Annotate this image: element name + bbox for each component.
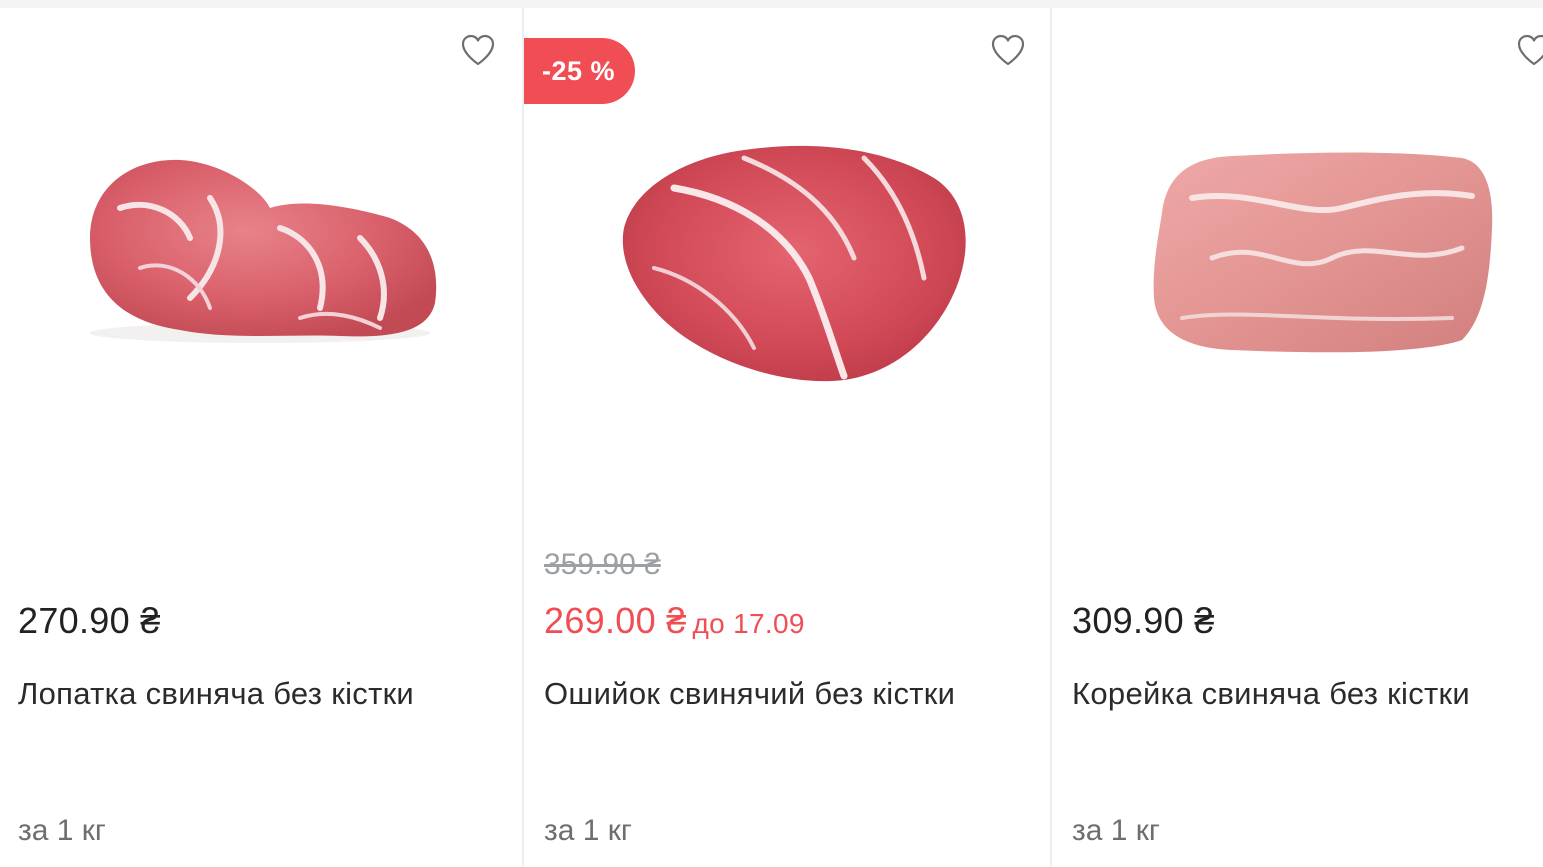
product-card[interactable]: 309.90 ₴ Корейка свиняча без кістки за 1… [1050, 8, 1543, 867]
heart-icon [991, 34, 1025, 66]
product-card[interactable]: -25 % 359.90 ₴ 269.00 ₴ до 17.09 Ошийок … [522, 8, 1050, 867]
heart-icon [461, 34, 495, 66]
unit-label: за 1 кг [1072, 814, 1160, 847]
favorite-button[interactable] [988, 30, 1028, 70]
pork-loin-image[interactable] [1122, 118, 1522, 418]
unit-label: за 1 кг [544, 814, 632, 847]
product-name[interactable]: Корейка свиняча без кістки [1072, 676, 1470, 712]
pork-neck-image[interactable] [594, 118, 994, 418]
price: 269.00 ₴ до 17.09 [544, 600, 805, 642]
discount-badge: -25 % [524, 38, 636, 104]
sale-price: 269.00 ₴ [544, 600, 687, 641]
favorite-button[interactable] [458, 30, 498, 70]
product-grid: 270.90 ₴ Лопатка свиняча без кістки за 1… [0, 8, 1543, 867]
price: 270.90 ₴ [18, 600, 161, 641]
top-border [0, 0, 1543, 8]
product-name[interactable]: Ошийок свинячий без кістки [544, 676, 955, 712]
price: 309.90 ₴ [1072, 600, 1215, 641]
old-price: 359.90 ₴ [544, 548, 661, 581]
pork-shoulder-image[interactable] [60, 118, 460, 418]
favorite-button[interactable] [1514, 30, 1543, 70]
product-name[interactable]: Лопатка свиняча без кістки [18, 676, 414, 712]
unit-label: за 1 кг [18, 814, 106, 847]
sale-until-date: до 17.09 [692, 608, 805, 639]
heart-icon [1517, 34, 1543, 66]
product-card[interactable]: 270.90 ₴ Лопатка свиняча без кістки за 1… [0, 8, 522, 867]
